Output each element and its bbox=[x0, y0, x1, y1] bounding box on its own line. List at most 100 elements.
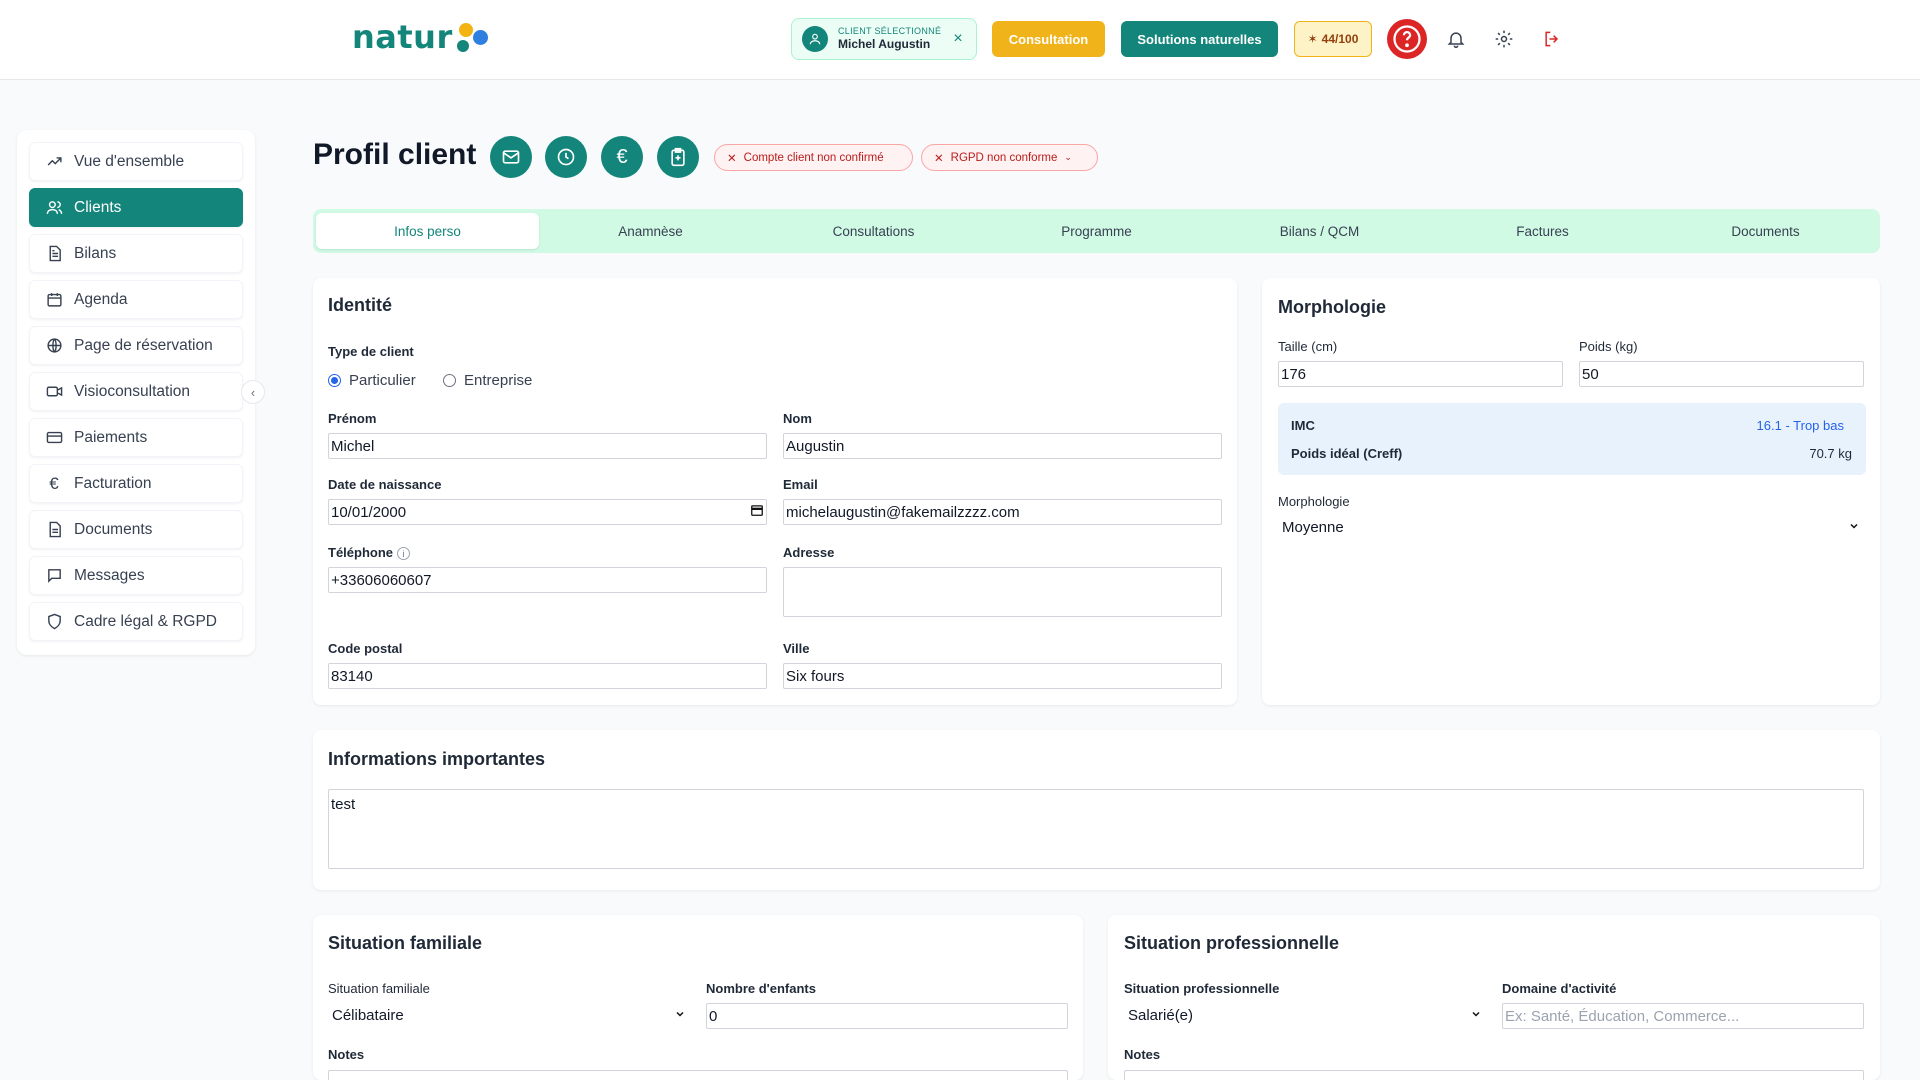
radio-checked bbox=[328, 374, 341, 387]
gear-icon[interactable] bbox=[1491, 26, 1517, 52]
phone-field[interactable]: +33606060607 bbox=[328, 567, 767, 593]
professional-status-value: Salarié(e) bbox=[1128, 1006, 1194, 1024]
weight-field[interactable]: 50 bbox=[1579, 361, 1864, 387]
identity-title: Identité bbox=[328, 295, 393, 315]
clock-icon[interactable] bbox=[545, 136, 587, 178]
imc-value: 16.1 - Trop bas bbox=[1756, 418, 1844, 433]
sidebar-item-label: Vue d'ensemble bbox=[74, 152, 185, 170]
email-value: michelaugustin@fakemailzzzz.com bbox=[786, 503, 1020, 521]
tab-anamnese[interactable]: Anamnèse bbox=[539, 213, 762, 249]
height-field[interactable]: 176 bbox=[1278, 361, 1563, 387]
children-field[interactable]: 0 bbox=[706, 1003, 1068, 1029]
domain-field[interactable] bbox=[1502, 1003, 1864, 1029]
city-value: Six fours bbox=[786, 667, 845, 685]
dob-label: Date de naissance bbox=[328, 477, 442, 492]
radio-entreprise[interactable]: Entreprise bbox=[443, 372, 532, 389]
sparkle-icon: ✶ bbox=[1307, 32, 1318, 46]
mail-icon[interactable] bbox=[490, 136, 532, 178]
family-status-value: Célibataire bbox=[332, 1006, 404, 1024]
sidebar-item-facturation[interactable]: € Facturation bbox=[29, 464, 243, 503]
address-field[interactable] bbox=[783, 567, 1222, 617]
tab-consultations[interactable]: Consultations bbox=[762, 213, 985, 249]
credits-badge[interactable]: ✶ 44/100 bbox=[1294, 21, 1372, 57]
height-value: 176 bbox=[1281, 365, 1307, 383]
chevron-down-icon bbox=[1470, 1007, 1482, 1024]
tab-programme[interactable]: Programme bbox=[985, 213, 1208, 249]
sidebar-item-clients[interactable]: Clients bbox=[29, 188, 243, 227]
bell-icon[interactable] bbox=[1443, 26, 1469, 52]
account-unconfirmed-badge[interactable]: ✕ Compte client non confirmé bbox=[714, 144, 913, 171]
rgpd-badge[interactable]: ✕ RGPD non conforme ⌄ bbox=[921, 144, 1098, 171]
sidebar-collapse-button[interactable]: ‹ bbox=[241, 380, 265, 404]
solutions-naturelles-button[interactable]: Solutions naturelles bbox=[1121, 21, 1278, 57]
weight-value: 50 bbox=[1582, 365, 1599, 383]
prenom-label: Prénom bbox=[328, 411, 377, 426]
ideal-weight-value: 70.7 kg bbox=[1809, 446, 1852, 461]
important-textarea[interactable]: test bbox=[328, 789, 1864, 869]
info-icon[interactable]: i bbox=[397, 547, 411, 561]
calendar-icon bbox=[44, 290, 64, 310]
family-status-label: Situation familiale bbox=[328, 981, 430, 996]
logout-icon[interactable] bbox=[1539, 26, 1565, 52]
dob-field[interactable]: 10/01/2000 bbox=[328, 499, 767, 525]
nom-label: Nom bbox=[783, 411, 812, 426]
nom-field[interactable]: Augustin bbox=[783, 433, 1222, 459]
sidebar-item-bilans[interactable]: Bilans bbox=[29, 234, 243, 273]
prenom-field[interactable]: Michel bbox=[328, 433, 767, 459]
radio-particulier[interactable]: Particulier bbox=[328, 372, 416, 389]
radio-unchecked bbox=[443, 374, 456, 387]
consultation-button[interactable]: Consultation bbox=[992, 21, 1105, 57]
phone-label-row: Téléphone i bbox=[328, 545, 411, 561]
calendar-icon[interactable] bbox=[750, 503, 764, 521]
euro-icon: € bbox=[49, 473, 59, 493]
tab-documents[interactable]: Documents bbox=[1654, 213, 1877, 249]
close-icon[interactable]: × bbox=[950, 30, 966, 48]
postal-field[interactable]: 83140 bbox=[328, 663, 767, 689]
morph-select[interactable]: Moyenne bbox=[1278, 514, 1864, 540]
sidebar-item-documents[interactable]: Documents bbox=[29, 510, 243, 549]
message-icon bbox=[44, 566, 64, 586]
document-icon bbox=[44, 520, 64, 540]
sidebar-item-visio[interactable]: Visioconsultation bbox=[29, 372, 243, 411]
domain-label: Domaine d'activité bbox=[1502, 981, 1617, 996]
domain-input[interactable] bbox=[1505, 1007, 1861, 1025]
clipboard-icon[interactable] bbox=[657, 136, 699, 178]
prenom-value: Michel bbox=[331, 437, 375, 455]
selected-client-chip[interactable]: CLIENT SÉLECTIONNÉ Michel Augustin × bbox=[791, 18, 977, 60]
city-field[interactable]: Six fours bbox=[783, 663, 1222, 689]
city-label: Ville bbox=[783, 641, 810, 656]
ideal-weight-label: Poids idéal (Creff) bbox=[1291, 446, 1403, 461]
globe-icon bbox=[44, 336, 64, 356]
professional-status-select[interactable]: Salarié(e) bbox=[1124, 1002, 1486, 1028]
family-notes-field[interactable] bbox=[328, 1070, 1068, 1080]
sidebar-item-label: Messages bbox=[74, 566, 145, 584]
postal-value: 83140 bbox=[331, 667, 373, 685]
sidebar-item-label: Documents bbox=[74, 520, 153, 538]
family-notes-label: Notes bbox=[328, 1047, 365, 1062]
sidebar-item-agenda[interactable]: Agenda bbox=[29, 280, 243, 319]
logo[interactable]: natur bbox=[352, 18, 495, 56]
weight-label: Poids (kg) bbox=[1579, 339, 1638, 354]
sidebar-item-vue-ensemble[interactable]: Vue d'ensemble bbox=[29, 142, 243, 181]
sidebar-item-paiements[interactable]: Paiements bbox=[29, 418, 243, 457]
height-label: Taille (cm) bbox=[1278, 339, 1338, 354]
sidebar-item-reservation[interactable]: Page de réservation bbox=[29, 326, 243, 365]
euro-circle-icon[interactable]: € bbox=[601, 136, 643, 178]
email-field[interactable]: michelaugustin@fakemailzzzz.com bbox=[783, 499, 1222, 525]
family-status-select[interactable]: Célibataire bbox=[328, 1002, 690, 1028]
video-icon bbox=[44, 382, 64, 402]
address-label: Adresse bbox=[783, 545, 835, 560]
x-icon: ✕ bbox=[934, 152, 944, 165]
phone-value: +33606060607 bbox=[331, 571, 432, 589]
sidebar-item-rgpd[interactable]: Cadre légal & RGPD bbox=[29, 602, 243, 641]
help-icon[interactable] bbox=[1387, 19, 1427, 59]
tab-factures[interactable]: Factures bbox=[1431, 213, 1654, 249]
tab-bilans-qcm[interactable]: Bilans / QCM bbox=[1208, 213, 1431, 249]
tab-infos-perso[interactable]: Infos perso bbox=[316, 213, 539, 249]
professional-notes-field[interactable] bbox=[1124, 1070, 1864, 1080]
rgpd-badge-label: RGPD non conforme bbox=[950, 151, 1058, 164]
sidebar-item-messages[interactable]: Messages bbox=[29, 556, 243, 595]
morphology-card bbox=[1262, 278, 1880, 705]
dob-value: 10/01/2000 bbox=[331, 503, 407, 521]
sidebar-item-label: Page de réservation bbox=[74, 336, 213, 354]
